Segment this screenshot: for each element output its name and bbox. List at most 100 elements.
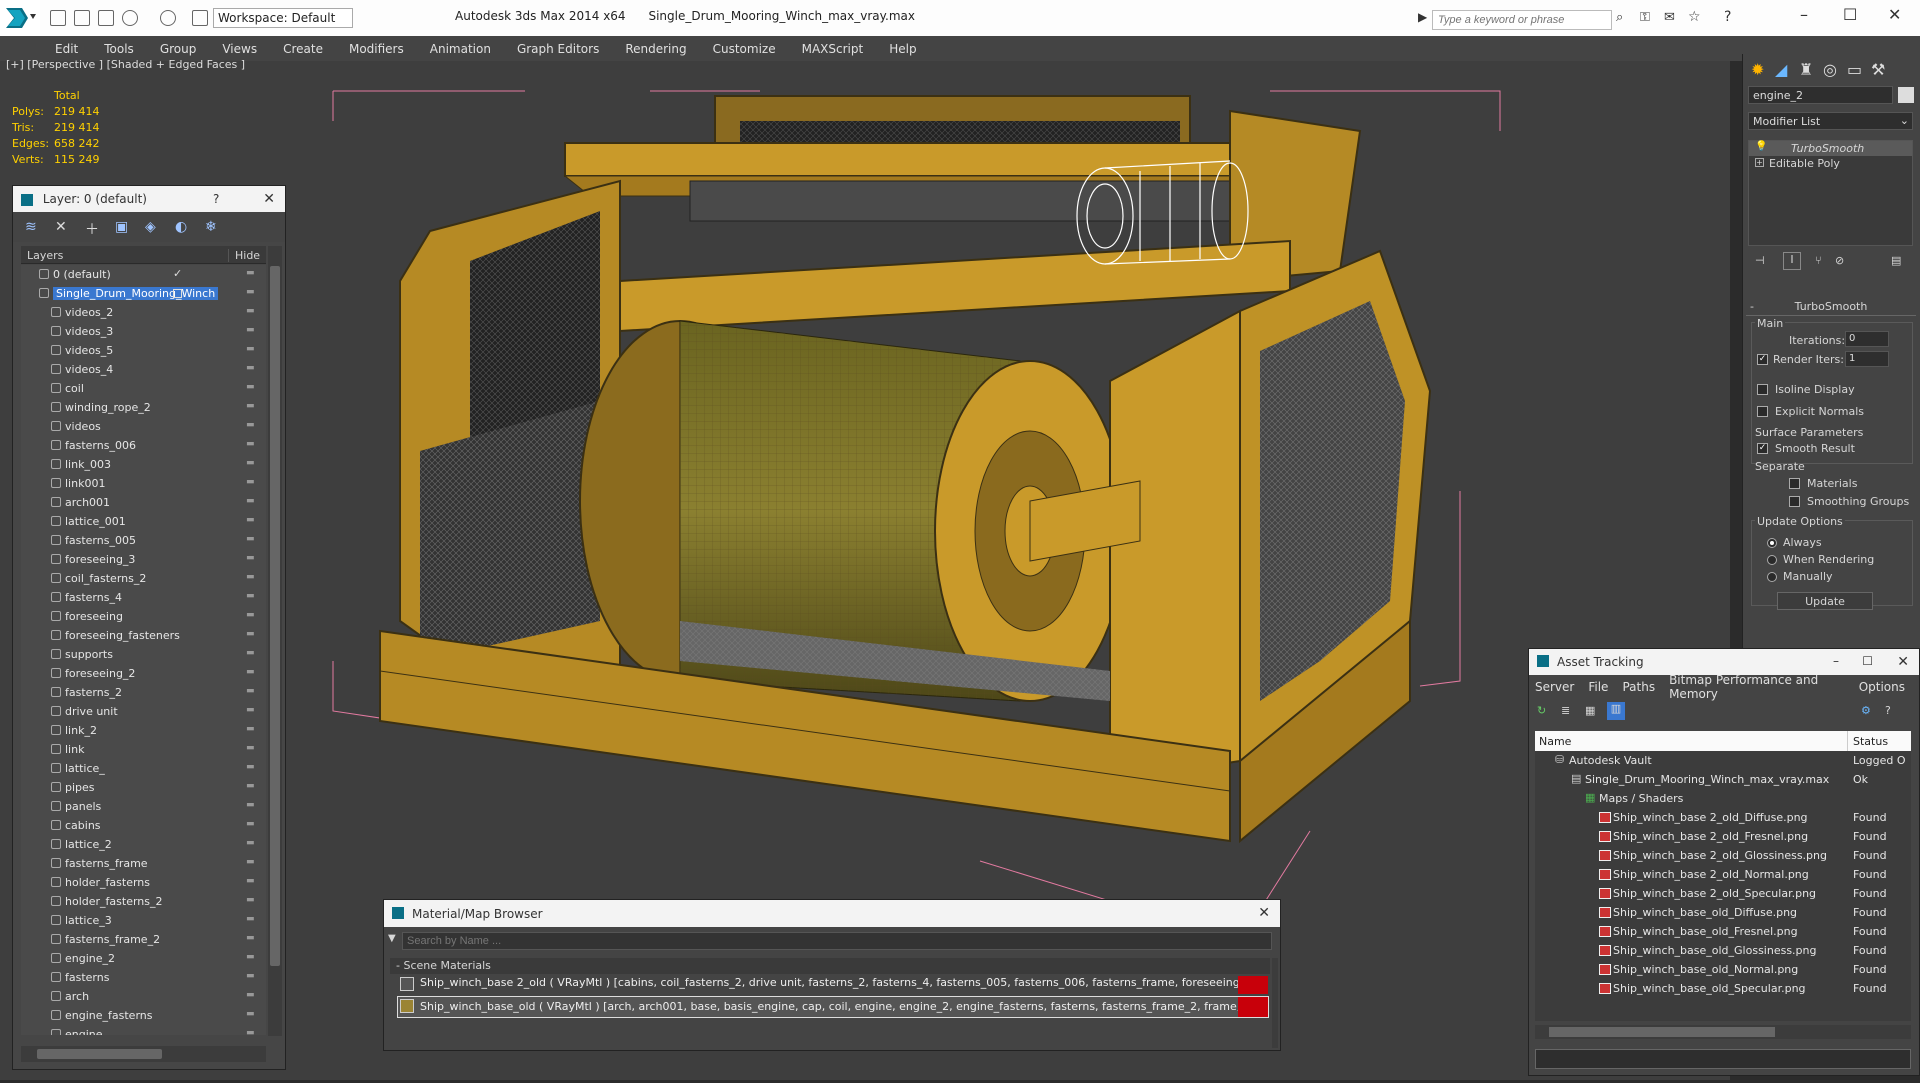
menu-create[interactable]: Create <box>283 42 323 56</box>
render-iters-spinner[interactable]: 1 <box>1845 351 1889 367</box>
layer-row[interactable]: link_2 ▬ <box>21 721 266 740</box>
layer-row[interactable]: videos ▬ <box>21 417 266 436</box>
asset-close-icon[interactable]: ✕ <box>1897 654 1909 670</box>
layer-row[interactable]: lattice_2 ▬ <box>21 835 266 854</box>
hide-toggle-icon[interactable]: ▬ <box>246 553 256 563</box>
hide-toggle-icon[interactable]: ▬ <box>246 724 256 734</box>
update-when-rendering-radio[interactable] <box>1767 555 1777 565</box>
menu-maxscript[interactable]: MAXScript <box>802 42 864 56</box>
asset-menu-server[interactable]: Server <box>1535 680 1574 694</box>
layer-row[interactable]: holder_fasterns_2 ▬ <box>21 892 266 911</box>
hide-toggle-icon[interactable]: ▬ <box>246 1009 256 1019</box>
hide-toggle-icon[interactable]: ▬ <box>246 971 256 981</box>
material-browser-titlebar[interactable]: Material/Map Browser ✕ <box>384 900 1280 927</box>
modifier-list-dropdown[interactable]: Modifier List ⌄ <box>1748 112 1913 130</box>
iterations-spinner[interactable]: 0 <box>1845 331 1889 347</box>
search-expand-icon[interactable]: ▶ <box>1418 10 1427 24</box>
binoculars-icon[interactable]: ⌕ <box>1616 10 1623 25</box>
modify-tab-icon[interactable]: ◢ <box>1775 60 1787 79</box>
communication-icon[interactable]: ✉ <box>1664 10 1675 25</box>
separate-materials-checkbox[interactable] <box>1789 478 1800 489</box>
layer-row[interactable]: foreseeing ▬ <box>21 607 266 626</box>
current-layer-icon[interactable] <box>173 289 182 298</box>
asset-tracking-titlebar[interactable]: Asset Tracking – ☐ ✕ <box>1529 649 1919 675</box>
update-always-radio[interactable] <box>1767 538 1777 548</box>
layer-close-icon[interactable]: ✕ <box>263 191 275 207</box>
hide-toggle-icon[interactable]: ▬ <box>246 876 256 886</box>
asset-help-icon[interactable]: ? <box>1885 704 1891 717</box>
hide-toggle-icon[interactable]: ▬ <box>246 990 256 1000</box>
menu-group[interactable]: Group <box>160 42 197 56</box>
layer-row[interactable]: fasterns_005 ▬ <box>21 531 266 550</box>
isoline-display-checkbox[interactable] <box>1757 384 1768 395</box>
hide-toggle-icon[interactable]: ▬ <box>246 629 256 639</box>
layer-row[interactable]: lattice_ ▬ <box>21 759 266 778</box>
hide-toggle-icon[interactable]: ▬ <box>246 420 256 430</box>
layer-row[interactable]: pipes ▬ <box>21 778 266 797</box>
hide-toggle-icon[interactable]: ▬ <box>246 534 256 544</box>
show-end-result-icon[interactable]: Ⅰ <box>1783 252 1801 270</box>
layer-row[interactable]: foreseeing_2 ▬ <box>21 664 266 683</box>
close-icon[interactable]: ✕ <box>1888 5 1901 24</box>
layer-row[interactable]: supports ▬ <box>21 645 266 664</box>
layer-row[interactable]: fasterns_4 ▬ <box>21 588 266 607</box>
asset-row[interactable]: Ship_winch_base 2_old_Specular.png Found <box>1535 884 1911 903</box>
layer-row[interactable]: videos_4 ▬ <box>21 360 266 379</box>
col-name-header[interactable]: Name <box>1539 735 1571 748</box>
asset-row[interactable]: Ship_winch_base_old_Diffuse.png Found <box>1535 903 1911 922</box>
utilities-tab-icon[interactable]: ⚒ <box>1871 60 1885 79</box>
select-objects-icon[interactable]: ▣ <box>115 219 131 235</box>
hide-toggle-icon[interactable]: ▬ <box>246 1028 256 1035</box>
material-search-input[interactable] <box>402 932 1272 950</box>
layer-row[interactable]: videos_3 ▬ <box>21 322 266 341</box>
hide-toggle-icon[interactable]: ▬ <box>246 496 256 506</box>
layer-row[interactable]: coil_fasterns_2 ▬ <box>21 569 266 588</box>
render-iters-checkbox[interactable]: ✓ <box>1757 354 1768 365</box>
layer-hscroll-thumb[interactable] <box>37 1049 162 1059</box>
motion-tab-icon[interactable]: ◎ <box>1823 60 1837 79</box>
hide-toggle-icon[interactable]: ▬ <box>246 401 256 411</box>
layer-row[interactable]: foreseeing_fasteners ▬ <box>21 626 266 645</box>
asset-row[interactable]: Ship_winch_base 2_old_Fresnel.png Found <box>1535 827 1911 846</box>
material-row[interactable]: Ship_winch_base 2_old ( VRayMtl ) [cabin… <box>398 976 1268 994</box>
hide-toggle-icon[interactable]: ▬ <box>246 477 256 487</box>
layer-row[interactable]: fasterns_frame ▬ <box>21 854 266 873</box>
make-unique-icon[interactable]: ⑂ <box>1815 254 1822 267</box>
layer-help-button[interactable]: ? <box>213 192 219 206</box>
asset-row[interactable]: ⛁ Autodesk Vault Logged O <box>1535 751 1911 770</box>
asset-menu-paths[interactable]: Paths <box>1622 680 1655 694</box>
layer-row[interactable]: fasterns ▬ <box>21 968 266 987</box>
hide-toggle-icon[interactable]: ▬ <box>246 743 256 753</box>
thumbnail-view-icon[interactable]: ▦ <box>1585 704 1595 717</box>
menu-customize[interactable]: Customize <box>713 42 776 56</box>
col-hide-header[interactable]: Hide <box>228 249 260 262</box>
layer-scroll-thumb[interactable] <box>270 266 280 966</box>
hide-toggle-icon[interactable]: ▬ <box>246 952 256 962</box>
asset-row[interactable]: ▦ Maps / Shaders <box>1535 789 1911 808</box>
layer-row[interactable]: link ▬ <box>21 740 266 759</box>
asset-row[interactable]: Ship_winch_base_old_Normal.png Found <box>1535 960 1911 979</box>
asset-hscroll-thumb[interactable] <box>1549 1027 1775 1037</box>
pin-stack-icon[interactable]: ⊣ <box>1755 254 1765 267</box>
hide-toggle-icon[interactable]: ▬ <box>246 325 256 335</box>
hide-toggle-icon[interactable]: ▬ <box>246 838 256 848</box>
update-manually-radio[interactable] <box>1767 572 1777 582</box>
subscription-icon[interactable]: ⚿ <box>1640 10 1650 25</box>
layer-row[interactable]: lattice_001 ▬ <box>21 512 266 531</box>
layer-row[interactable]: foreseeing_3 ▬ <box>21 550 266 569</box>
hide-all-icon[interactable]: ◐ <box>175 219 191 235</box>
layer-horizontal-scrollbar[interactable] <box>21 1046 266 1062</box>
hide-toggle-icon[interactable]: ▬ <box>246 306 256 316</box>
smooth-result-checkbox[interactable]: ✓ <box>1757 443 1768 454</box>
layer-row[interactable]: winding_rope_2 ▬ <box>21 398 266 417</box>
asset-row[interactable]: Ship_winch_base 2_old_Glossiness.png Foun… <box>1535 846 1911 865</box>
lightbulb-icon[interactable]: 💡 <box>1755 141 1767 152</box>
asset-maximize-icon[interactable]: ☐ <box>1862 654 1873 668</box>
hide-toggle-icon[interactable]: ▬ <box>246 667 256 677</box>
asset-menu-bitmap-performance[interactable]: Bitmap Performance and Memory <box>1669 673 1845 701</box>
highlight-layer-icon[interactable]: ◈ <box>145 219 161 235</box>
hide-toggle-icon[interactable]: ▬ <box>246 287 256 297</box>
hide-toggle-icon[interactable]: ▬ <box>246 914 256 924</box>
layer-row[interactable]: videos_2 ▬ <box>21 303 266 322</box>
create-tab-icon[interactable]: ✹ <box>1751 60 1764 79</box>
